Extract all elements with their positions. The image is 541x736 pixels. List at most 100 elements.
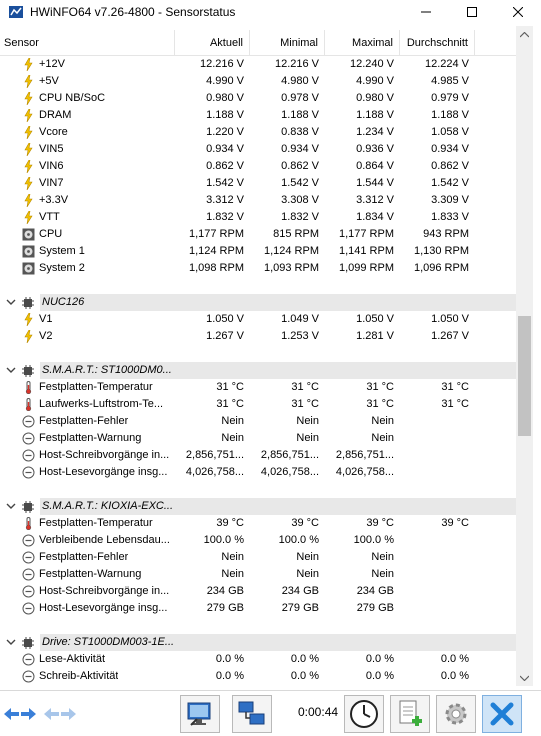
status-icon: [22, 415, 35, 428]
chevron-down-icon[interactable]: [6, 367, 16, 374]
current-value: 0.0 %: [215, 653, 244, 665]
sensor-group-header[interactable]: Drive: ST1000DM003-1E...: [0, 634, 516, 651]
voltage-icon: [22, 91, 35, 106]
sensor-label-cell: +3.3V: [0, 192, 175, 209]
network-icon: [238, 701, 265, 725]
max-value: 31 °C: [366, 381, 394, 393]
sensor-row[interactable]: CPU 1,177 RPM 815 RPM 1,177 RPM 943 RPM: [0, 226, 516, 243]
fan-icon: [22, 262, 35, 275]
current-value: 234 GB: [206, 585, 244, 597]
sensor-row[interactable]: System 2 1,098 RPM 1,093 RPM 1,099 RPM 1,096…: [0, 260, 516, 277]
vertical-scrollbar[interactable]: [516, 26, 533, 686]
minimize-button[interactable]: [403, 0, 449, 24]
sensor-row[interactable]: Vcore 1.220 V 0.838 V 1.234 V 1.058 V: [0, 124, 516, 141]
sensor-row[interactable]: Laufwerks-Luftstrom-Te... 31 °C 31 °C 31 °C…: [0, 396, 516, 413]
sensor-name: +12V: [39, 58, 65, 70]
bottom-toolbar: 0:00:44: [0, 690, 541, 736]
sensor-row[interactable]: Verbleibende Lebensdau... 100.0 % 100.0 % 1…: [0, 532, 516, 549]
chevron-down-icon[interactable]: [6, 503, 16, 510]
min-value: 1.049 V: [281, 313, 319, 325]
scroll-down-button[interactable]: [516, 669, 533, 686]
sensor-name: +3.3V: [39, 194, 69, 206]
sensor-row[interactable]: Festplatten-Fehler Nein Nein Nein: [0, 413, 516, 430]
column-header-min[interactable]: Minimal: [250, 30, 325, 56]
sensor-label-cell: Vcore: [0, 124, 175, 141]
column-header-max[interactable]: Maximal: [325, 30, 400, 56]
avg-value: 12.224 V: [424, 58, 469, 70]
sensor-row[interactable]: System 1 1,124 RPM 1,124 RPM 1,141 RPM 1,130…: [0, 243, 516, 260]
current-value: 39 °C: [216, 517, 244, 529]
sensor-label-cell: Host-Lesevorgänge insg...: [0, 600, 175, 617]
sensor-row[interactable]: VIN5 0.934 V 0.934 V 0.936 V 0.934 V: [0, 141, 516, 158]
clock-button[interactable]: [344, 695, 384, 733]
double-arrow-disabled-icon: [44, 708, 76, 720]
sensor-name: Verbleibende Lebensdau...: [39, 534, 170, 546]
sensor-name: Schreib-Aktivität: [39, 670, 119, 682]
sensor-row[interactable]: VTT 1.832 V 1.832 V 1.834 V 1.833 V: [0, 209, 516, 226]
avg-value: 3.309 V: [431, 194, 469, 206]
sensor-row[interactable]: VIN6 0.862 V 0.862 V 0.864 V 0.862 V: [0, 158, 516, 175]
avg-value: 0.862 V: [431, 160, 469, 172]
navigate-left-right-button[interactable]: [2, 701, 38, 727]
sensor-name: Host-Lesevorgänge insg...: [39, 466, 168, 478]
sensor-row[interactable]: Schreib-Aktivität 0.0 % 0.0 % 0.0 % 0.0 %: [0, 668, 516, 685]
max-value: 1.234 V: [356, 126, 394, 138]
avg-value: 0.0 %: [440, 670, 469, 682]
sensor-row[interactable]: V1 1.050 V 1.049 V 1.050 V 1.050 V: [0, 311, 516, 328]
sensor-row[interactable]: VIN7 1.542 V 1.542 V 1.544 V 1.542 V: [0, 175, 516, 192]
min-value: 2,856,751...: [260, 449, 319, 461]
maximize-button[interactable]: [449, 0, 495, 24]
sensor-row[interactable]: CPU NB/SoC 0.980 V 0.978 V 0.980 V 0.979 V: [0, 90, 516, 107]
max-value: 1.050 V: [356, 313, 394, 325]
sensor-row[interactable]: Festplatten-Temperatur 39 °C 39 °C 39 °C 39 …: [0, 515, 516, 532]
sensor-label-cell: System 1: [0, 243, 175, 260]
chip-icon: [22, 636, 34, 649]
sensor-name: System 2: [39, 262, 85, 274]
sensor-group-header[interactable]: NUC126: [0, 294, 516, 311]
column-header-sensor[interactable]: Sensor: [0, 30, 175, 56]
min-value: 815 RPM: [273, 228, 319, 240]
avg-value: 1.188 V: [431, 109, 469, 121]
max-value: 3.312 V: [356, 194, 394, 206]
thermometer-icon: [22, 517, 35, 531]
sensor-row[interactable]: Festplatten-Warnung Nein Nein Nein: [0, 430, 516, 447]
scroll-up-button[interactable]: [516, 26, 533, 43]
sensor-row[interactable]: Lese-Aktivität 0.0 % 0.0 % 0.0 % 0.0 %: [0, 651, 516, 668]
sensor-row[interactable]: Festplatten-Temperatur 31 °C 31 °C 31 °C 31 …: [0, 379, 516, 396]
sensor-group-header[interactable]: S.M.A.R.T.: ST1000DM0...: [0, 362, 516, 379]
monitor-report-icon: [187, 702, 211, 726]
sensor-row[interactable]: +3.3V 3.312 V 3.308 V 3.312 V 3.309 V: [0, 192, 516, 209]
current-value: 3.312 V: [206, 194, 244, 206]
sensor-row[interactable]: +12V 12.216 V 12.216 V 12.240 V 12.224 V: [0, 56, 516, 73]
network-report-button[interactable]: [180, 695, 220, 733]
sensor-row[interactable]: +5V 4.990 V 4.980 V 4.990 V 4.985 V: [0, 73, 516, 90]
sensor-name: CPU: [39, 228, 63, 240]
voltage-icon: [22, 329, 35, 344]
avg-value: 0.979 V: [431, 92, 469, 104]
sensor-rows: +12V 12.216 V 12.216 V 12.240 V 12.224 V +5V 4…: [0, 56, 516, 685]
settings-button[interactable]: [436, 695, 476, 733]
sensor-row[interactable]: Festplatten-Warnung Nein Nein Nein: [0, 566, 516, 583]
scroll-thumb[interactable]: [518, 316, 531, 436]
add-report-button[interactable]: [390, 695, 430, 733]
close-sensors-button[interactable]: [482, 695, 522, 733]
chevron-down-icon[interactable]: [6, 639, 16, 646]
column-header-avg[interactable]: Durchschnitt: [400, 30, 475, 56]
sensor-name: V2: [39, 330, 53, 342]
voltage-icon: [22, 57, 35, 72]
chevron-down-icon[interactable]: [6, 299, 16, 306]
sensor-row[interactable]: Host-Lesevorgänge insg... 279 GB 279 GB 279…: [0, 600, 516, 617]
sensor-row[interactable]: Host-Schreibvorgänge in... 234 GB 234 GB 23…: [0, 583, 516, 600]
sensor-row[interactable]: V2 1.267 V 1.253 V 1.281 V 1.267 V: [0, 328, 516, 345]
sensor-row[interactable]: Host-Schreibvorgänge in... 2,856,751... 2,…: [0, 447, 516, 464]
sensor-row[interactable]: DRAM 1.188 V 1.188 V 1.188 V 1.188 V: [0, 107, 516, 124]
min-value: 3.308 V: [281, 194, 319, 206]
sensor-row[interactable]: Host-Lesevorgänge insg... 4,026,758... 4,0…: [0, 464, 516, 481]
navigate-disabled-button[interactable]: [42, 701, 78, 727]
sensor-label-cell: System 2: [0, 260, 175, 277]
sensor-row[interactable]: Festplatten-Fehler Nein Nein Nein: [0, 549, 516, 566]
sensor-group-header[interactable]: S.M.A.R.T.: KIOXIA-EXC...: [0, 498, 516, 515]
close-button[interactable]: [495, 0, 541, 24]
column-header-current[interactable]: Aktuell: [175, 30, 250, 56]
network-connections-button[interactable]: [232, 695, 272, 733]
